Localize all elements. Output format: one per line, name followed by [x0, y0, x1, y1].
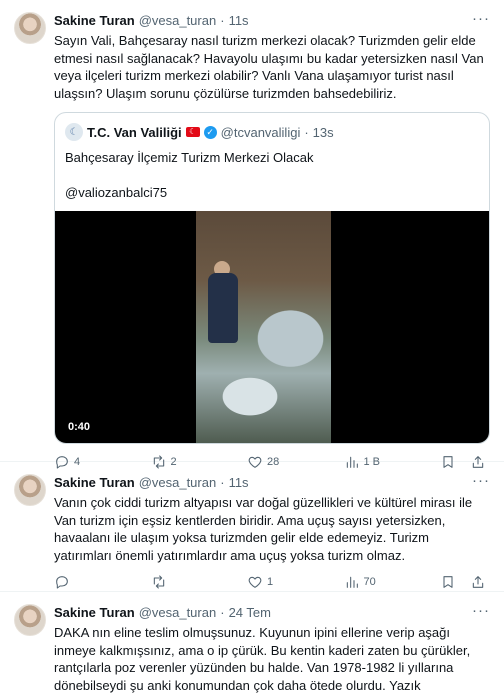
quoted-tweet[interactable]: ☾ T.C. Van Valiliği ☾ ✓ @tcvanvaliligi ·… — [54, 112, 490, 444]
separator-dot: · — [220, 13, 225, 28]
like-button[interactable]: 1 — [247, 574, 287, 590]
separator-dot: · — [220, 475, 225, 490]
tweet[interactable]: ··· Sakine Turan @vesa_turan · 24 Tem DA… — [0, 592, 504, 696]
like-count: 1 — [267, 576, 274, 588]
retweet-icon — [153, 575, 164, 589]
author-name[interactable]: Sakine Turan — [54, 604, 135, 621]
video-person — [208, 273, 238, 343]
like-icon — [248, 576, 262, 588]
timestamp[interactable]: 24 Tem — [229, 604, 271, 621]
author-handle[interactable]: @vesa_turan — [139, 12, 217, 29]
quoted-author-name: T.C. Van Valiliği — [87, 124, 182, 140]
views-count: 70 — [363, 576, 376, 588]
tweet[interactable]: ··· Sakine Turan @vesa_turan · 11s Sayın… — [0, 0, 504, 469]
more-options-icon[interactable]: ··· — [472, 472, 490, 489]
video-player[interactable]: 0:40 — [55, 211, 489, 443]
author-name[interactable]: Sakine Turan — [54, 474, 135, 491]
more-options-icon[interactable]: ··· — [472, 602, 490, 619]
views-button[interactable]: 70 — [344, 574, 384, 590]
quoted-timestamp: 13s — [312, 124, 334, 140]
more-options-icon[interactable]: ··· — [472, 10, 490, 27]
quoted-mention[interactable]: @valiozanbalci75 — [65, 184, 479, 202]
video-thumbnail — [196, 211, 331, 443]
timestamp[interactable]: 11s — [229, 474, 249, 491]
tweet-text: Sayın Vali, Bahçesaray nasıl turizm merk… — [54, 33, 484, 101]
quoted-avatar: ☾ — [65, 123, 83, 141]
separator-dot: · — [220, 605, 225, 620]
timestamp[interactable]: 11s — [229, 12, 249, 29]
author-name[interactable]: Sakine Turan — [54, 12, 135, 29]
action-bar: 1 70 — [54, 574, 490, 590]
views-icon — [346, 576, 358, 588]
share-icon[interactable] — [470, 574, 486, 590]
quoted-author-handle: @tcvanvaliligi — [220, 124, 301, 140]
author-handle[interactable]: @vesa_turan — [139, 604, 217, 621]
author-handle[interactable]: @vesa_turan — [139, 474, 217, 491]
flag-icon: ☾ — [185, 127, 200, 137]
quoted-text: Bahçesaray İlçemiz Turizm Merkezi Olacak — [65, 150, 314, 165]
bookmark-icon[interactable] — [440, 574, 456, 590]
separator-dot: · — [304, 124, 309, 140]
video-duration: 0:40 — [63, 419, 96, 435]
verified-icon: ✓ — [203, 125, 217, 139]
tweet[interactable]: ··· Sakine Turan @vesa_turan · 11s Vanın… — [0, 462, 504, 592]
retweet-button[interactable] — [151, 574, 191, 590]
reply-button[interactable] — [54, 574, 94, 590]
avatar[interactable] — [14, 604, 46, 636]
reply-icon — [56, 576, 68, 589]
avatar[interactable] — [14, 474, 46, 506]
tweet-text: DAKA nın eline teslim olmuşsunuz. Kuyunu… — [54, 625, 471, 693]
avatar[interactable] — [14, 12, 46, 44]
tweet-text: Vanın çok ciddi turizm altyapısı var doğ… — [54, 495, 473, 563]
